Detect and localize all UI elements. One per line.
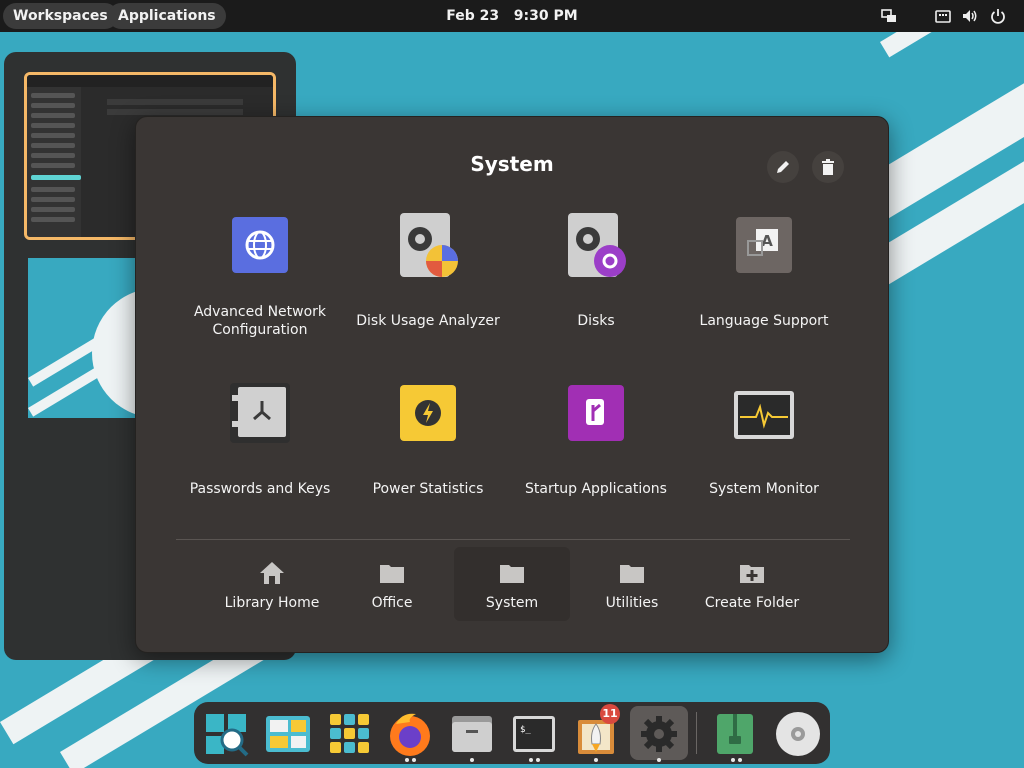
app-label: Startup Applications (525, 481, 667, 497)
notification-badge: 11 (600, 704, 620, 724)
app-passwords-and-keys[interactable]: Passwords and Keys (176, 381, 344, 531)
system-monitor-icon (734, 391, 794, 439)
create-folder-button[interactable]: Create Folder (694, 547, 810, 621)
app-disk-usage-analyzer[interactable]: Disk Usage Analyzer (344, 213, 512, 363)
multitasking-icon[interactable] (264, 710, 312, 758)
files-icon[interactable] (448, 710, 496, 758)
app-language-support[interactable]: A Language Support (680, 213, 848, 363)
app-system-monitor[interactable]: System Monitor (680, 381, 848, 531)
workspaces-button[interactable]: Workspaces (3, 3, 118, 29)
delete-folder-button[interactable] (812, 151, 844, 183)
folder-icon (380, 565, 404, 583)
app-power-statistics[interactable]: Power Statistics (344, 381, 512, 531)
network-globe-icon (232, 217, 288, 273)
home-icon (260, 562, 284, 584)
edit-pencil-icon (777, 161, 789, 173)
keyring-safe-icon (230, 383, 290, 443)
app-grid-icon[interactable] (326, 710, 374, 758)
language-keyboard-icon: A (736, 217, 792, 273)
top-panel: Workspaces Applications Feb 23 9:30 PM (0, 0, 1024, 32)
firefox-icon[interactable] (386, 710, 434, 758)
svg-text:$_: $_ (520, 725, 531, 735)
system-folder-button[interactable]: System (454, 547, 570, 621)
settings-gear-icon[interactable] (635, 710, 683, 758)
archive-manager-icon[interactable] (711, 710, 759, 758)
utilities-folder-button[interactable]: Utilities (574, 547, 690, 621)
folder-button-label: Utilities (605, 595, 659, 611)
app-label: System Monitor (709, 481, 819, 497)
disks-gear-icon (568, 213, 626, 277)
app-label: Passwords and Keys (189, 481, 331, 497)
app-search-icon[interactable] (202, 710, 250, 758)
folder-icon (620, 565, 644, 583)
folder-divider (176, 539, 850, 540)
app-label-line2: Configuration (212, 322, 308, 338)
folder-button-label: Create Folder (704, 595, 800, 611)
app-label: Power Statistics (372, 481, 484, 497)
folder-add-icon (740, 565, 764, 583)
keyboard-icon[interactable] (934, 7, 952, 25)
edit-folder-button[interactable] (767, 151, 799, 183)
folder-button-label: Office (371, 595, 413, 611)
disk-usage-pie-icon (400, 213, 458, 277)
dock-separator (696, 712, 697, 754)
network-wired-icon[interactable] (880, 7, 898, 25)
disc-icon[interactable] (774, 710, 822, 758)
app-advanced-network[interactable]: Advanced Network Configuration (176, 213, 344, 363)
applications-button[interactable]: Applications (108, 3, 226, 29)
terminal-icon[interactable]: $_ (510, 710, 558, 758)
startup-apps-icon (568, 385, 624, 441)
date-label: Feb 23 (446, 8, 500, 24)
app-folder-popover: System Advanced Network Configuration Di… (135, 116, 889, 653)
app-label: Disk Usage Analyzer (356, 313, 500, 329)
folder-button-label: Library Home (224, 595, 320, 611)
volume-icon[interactable] (961, 7, 979, 25)
folder-button-label: System (485, 595, 539, 611)
app-disks[interactable]: Disks (512, 213, 680, 363)
clock-button[interactable]: Feb 23 9:30 PM (446, 8, 577, 24)
time-label: 9:30 PM (513, 8, 578, 24)
app-startup-applications[interactable]: Startup Applications (512, 381, 680, 531)
app-label: Disks (577, 313, 615, 329)
library-home-button[interactable]: Library Home (214, 547, 330, 621)
office-folder-button[interactable]: Office (334, 547, 450, 621)
app-label: Language Support (699, 313, 829, 329)
trash-icon (822, 159, 834, 175)
power-bolt-icon (400, 385, 456, 441)
app-label: Advanced Network (193, 304, 327, 320)
folder-icon (500, 565, 524, 583)
power-icon[interactable] (989, 7, 1007, 25)
dock: $_ 11 (194, 702, 830, 764)
